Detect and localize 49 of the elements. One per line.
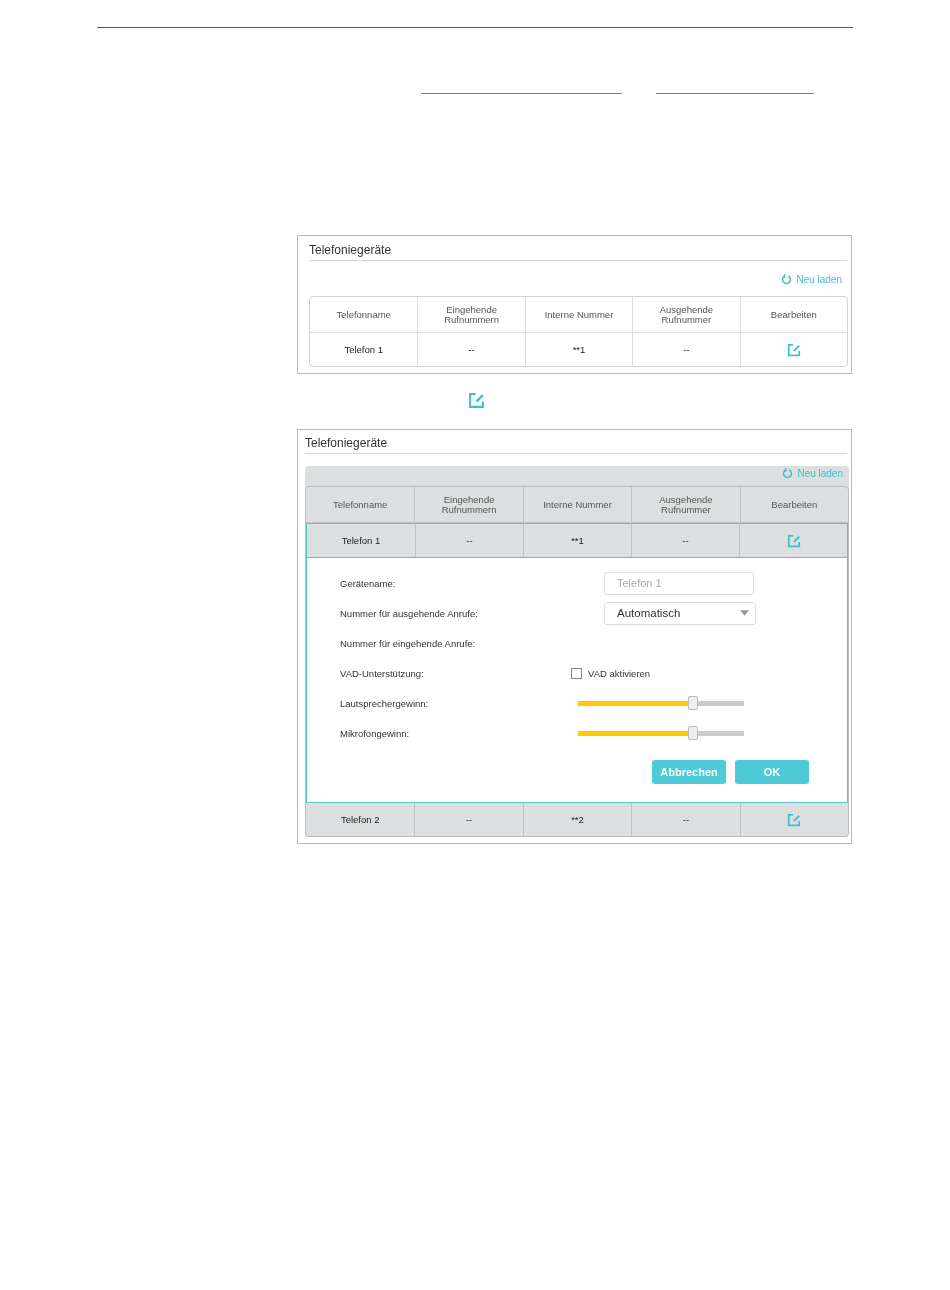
table-cell: **1	[523, 524, 631, 557]
table-cell-text: Telefon 2	[339, 812, 381, 827]
checkbox-label: VAD aktivieren	[588, 667, 651, 679]
edit-icon[interactable]	[787, 812, 802, 827]
column-header: Ausgehende Rufnummer	[631, 487, 740, 522]
slider-handle[interactable]	[687, 725, 698, 740]
column-header: Interne Nummer	[524, 297, 633, 332]
panel-title: Telefoniegeräte	[309, 236, 847, 261]
field-label: VAD-Unterstützung:	[340, 667, 425, 679]
dropdown[interactable]: Automatisch	[604, 601, 756, 625]
checkbox[interactable]	[571, 667, 582, 679]
column-header: Eingehende Rufnummern	[417, 297, 525, 332]
refresh-icon	[781, 274, 793, 285]
table-cell: --	[415, 524, 523, 557]
caret-icon	[740, 610, 749, 616]
table-cell: --	[631, 524, 739, 557]
table-cell-text: Telefon 1	[340, 533, 382, 548]
reload-link[interactable]: Neu laden	[781, 274, 842, 285]
column-header: Telefonname	[332, 497, 389, 512]
field-label: Nummer für ausgehende Anrufe:	[340, 607, 479, 619]
form-button[interactable]: Abbrechen	[652, 760, 726, 784]
reload-link[interactable]: Neu laden	[782, 468, 843, 479]
field-label: Gerätename:	[340, 577, 397, 589]
edit-icon[interactable]	[786, 342, 801, 357]
table-cell: --	[414, 803, 523, 836]
column-header: Telefonname	[335, 307, 392, 322]
input-field[interactable]: Telefon 1	[604, 571, 754, 595]
panel-title: Telefoniegeräte	[305, 430, 847, 454]
edit-icon[interactable]	[786, 533, 801, 548]
table-cell: --	[631, 803, 740, 836]
form-button[interactable]: OK	[735, 760, 809, 784]
table-cell: **1	[524, 333, 633, 366]
table-cell: --	[417, 333, 525, 366]
column-header: Interne Nummer	[522, 487, 632, 522]
column-header: Ausgehende Rufnummer	[632, 297, 740, 332]
refresh-icon	[782, 468, 794, 479]
edit-icon	[468, 392, 485, 409]
reload-label: Neu laden	[796, 274, 842, 285]
field-label: Nummer für eingehende Anrufe:	[340, 637, 477, 649]
column-header: Bearbeiten	[739, 487, 848, 522]
table-cell: **2	[522, 803, 632, 836]
reload-label: Neu laden	[797, 468, 843, 479]
field-label: Lautsprechergewinn:	[340, 697, 430, 709]
column-header: Eingehende Rufnummern	[414, 487, 523, 522]
table-cell: --	[632, 333, 740, 366]
column-header: Bearbeiten	[739, 297, 847, 332]
field-label: Mikrofongewinn:	[340, 727, 411, 739]
table-cell-text: Telefon 1	[343, 342, 384, 357]
slider-handle[interactable]	[687, 695, 698, 710]
